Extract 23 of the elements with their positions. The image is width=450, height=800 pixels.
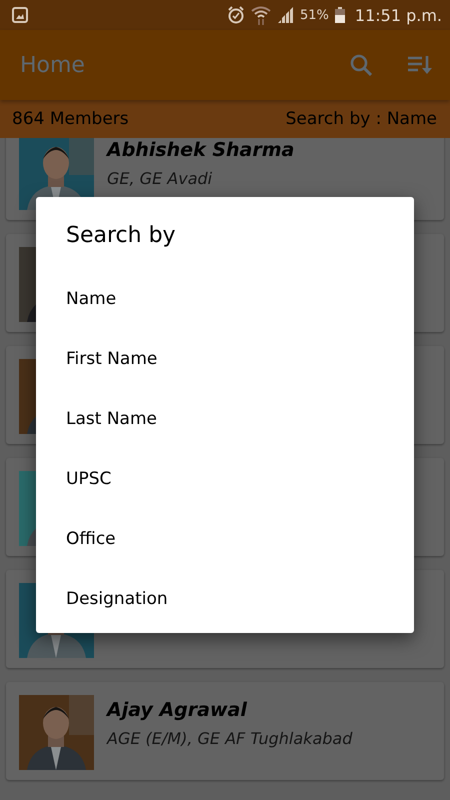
member-detail: GE, GE Avadi	[107, 169, 214, 188]
wifi-icon	[250, 5, 271, 25]
battery-icon	[334, 7, 345, 23]
dialog-title: Search by	[66, 223, 177, 250]
member-name: Ajay Agrawal	[107, 699, 248, 721]
dialog-option[interactable]: First Name	[66, 349, 384, 409]
sort-icon[interactable]	[408, 55, 432, 75]
dialog-option[interactable]: Last Name	[66, 409, 384, 469]
dialog-option[interactable]: Designation	[66, 589, 384, 649]
dialog-option[interactable]: Name	[66, 289, 384, 349]
dialog-option[interactable]: Office	[66, 529, 384, 589]
signal-icon	[276, 7, 294, 23]
battery-text: 51%	[300, 8, 329, 22]
member-detail: AGE (E/M), GE AF Tughlakabad	[107, 729, 352, 748]
member-card[interactable]: Ajay Agrawal AGE (E/M), GE AF Tughlakabad	[6, 682, 444, 780]
search-icon[interactable]	[350, 54, 372, 76]
member-count: 864 Members	[12, 109, 129, 129]
member-name: Abhishek Sharma	[107, 139, 294, 161]
gallery-icon	[12, 7, 28, 23]
dialog-option[interactable]: UPSC	[66, 469, 384, 529]
alarm-icon	[226, 6, 245, 24]
clock-time: 11:51 p.m.	[354, 6, 442, 24]
app-title: Home	[20, 52, 85, 78]
